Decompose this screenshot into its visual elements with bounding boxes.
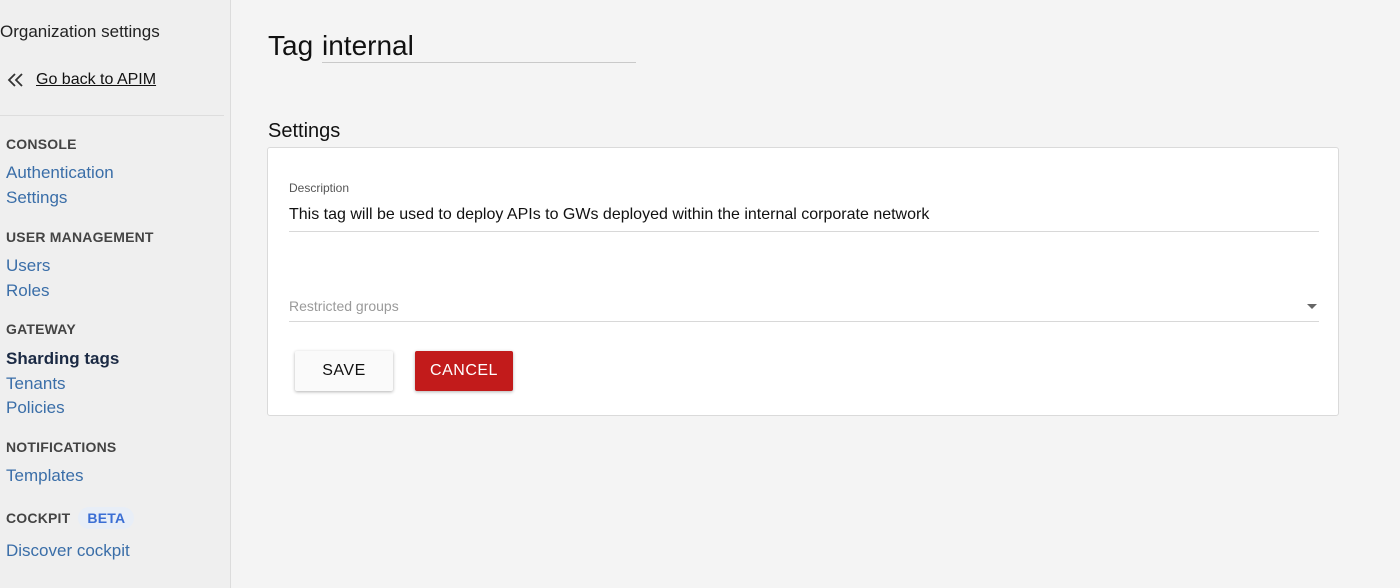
sidebar-item-policies[interactable]: Policies — [6, 398, 65, 418]
save-button[interactable]: SAVE — [295, 351, 393, 391]
back-to-apim-link[interactable]: Go back to APIM — [6, 70, 156, 90]
restricted-groups-select[interactable]: Restricted groups — [289, 296, 1319, 322]
back-link-label: Go back to APIM — [36, 71, 157, 88]
description-label: Description — [289, 181, 350, 195]
sidebar-item-tenants[interactable]: Tenants — [6, 374, 66, 394]
tag-name-field[interactable]: internal — [322, 30, 636, 63]
sidebar-item-templates[interactable]: Templates — [6, 466, 83, 486]
sidebar-item-authentication[interactable]: Authentication — [6, 163, 114, 183]
page-title: Tag internal — [268, 30, 636, 64]
double-chevron-left-icon — [6, 70, 26, 90]
section-title-cockpit: COCKPIT BETA — [6, 507, 135, 529]
sidebar-item-sharding-tags[interactable]: Sharding tags — [6, 349, 119, 369]
sidebar-item-users[interactable]: Users — [6, 256, 50, 276]
sidebar-item-settings[interactable]: Settings — [6, 188, 67, 208]
sidebar-item-discover-cockpit[interactable]: Discover cockpit — [6, 541, 130, 561]
org-settings-title: Organization settings — [0, 22, 160, 41]
settings-card: Description This tag will be used to dep… — [267, 147, 1339, 416]
settings-heading: Settings — [268, 120, 341, 142]
description-field[interactable]: This tag will be used to deploy APIs to … — [289, 206, 1319, 232]
restricted-groups-placeholder: Restricted groups — [289, 298, 399, 314]
cancel-button[interactable]: CANCEL — [415, 351, 513, 391]
section-title-notifications: NOTIFICATIONS — [6, 439, 117, 455]
caret-down-icon[interactable] — [1307, 304, 1317, 309]
beta-badge: BETA — [78, 507, 135, 529]
cockpit-title-label: COCKPIT — [6, 510, 71, 526]
section-title-user-management: USER MANAGEMENT — [6, 229, 154, 245]
page-title-prefix: Tag — [268, 30, 314, 61]
section-title-gateway: GATEWAY — [6, 321, 76, 337]
sidebar-divider — [0, 115, 224, 116]
sidebar: Organization settings Go back to APIM CO… — [0, 0, 231, 588]
sidebar-item-roles[interactable]: Roles — [6, 281, 49, 301]
section-title-console: CONSOLE — [6, 136, 77, 152]
